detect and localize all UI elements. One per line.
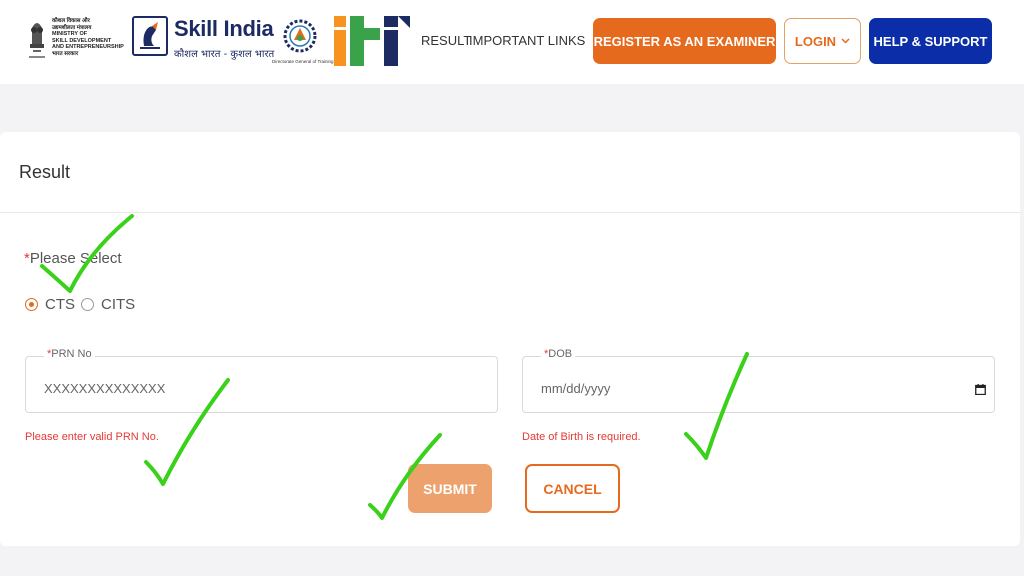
- skill-india-title: Skill India: [174, 16, 274, 41]
- dgt-logo[interactable]: Directorate General of Training: [272, 14, 334, 70]
- ministry-logo[interactable]: कौशल विकास और उद्यमशीलता मंत्रालय MINIST…: [26, 14, 128, 66]
- dgt-caption: Directorate General of Training: [272, 59, 334, 64]
- skill-india-logo[interactable]: Skill India कौशल भारत - कुशल भारत: [132, 14, 274, 66]
- nav-result[interactable]: RESULT: [421, 33, 471, 48]
- result-form-card: Result *Please Select CTS CITS *PRN No P…: [0, 132, 1020, 546]
- prn-field[interactable]: *PRN No: [25, 348, 498, 413]
- please-select-label: *Please Select: [24, 250, 122, 267]
- radio-button-unchecked[interactable]: [81, 298, 94, 311]
- divider: [0, 212, 1020, 213]
- ministry-name: कौशल विकास और उद्यमशीलता मंत्रालय MINIST…: [52, 18, 124, 57]
- chevron-down-icon: [841, 38, 850, 44]
- radio-cits[interactable]: CITS: [81, 296, 135, 313]
- cancel-button[interactable]: CANCEL: [525, 464, 620, 513]
- iti-logo-mark: [334, 16, 410, 66]
- dob-field[interactable]: *DOB: [522, 348, 995, 413]
- dob-error: Date of Birth is required.: [522, 431, 641, 443]
- dob-input[interactable]: [541, 381, 961, 396]
- radio-cits-label: CITS: [101, 296, 136, 313]
- help-support-button[interactable]: HELP & SUPPORT: [869, 18, 992, 64]
- login-button[interactable]: LOGIN: [784, 18, 861, 64]
- page-title: Result: [19, 162, 71, 182]
- dob-label: *DOB: [541, 348, 576, 360]
- submit-button[interactable]: SUBMIT: [408, 464, 492, 513]
- login-label: LOGIN: [794, 33, 837, 49]
- national-emblem-icon: [29, 23, 45, 58]
- calendar-icon[interactable]: [975, 384, 986, 395]
- radio-button-checked[interactable]: [25, 298, 38, 311]
- dgt-gear-icon: [283, 19, 317, 53]
- radio-cts-label: CTS: [45, 296, 75, 313]
- iti-logo[interactable]: [332, 14, 412, 68]
- radio-cts[interactable]: CTS: [25, 296, 75, 313]
- prn-error: Please enter valid PRN No.: [25, 431, 159, 443]
- site-header: कौशल विकास और उद्यमशीलता मंत्रालय MINIST…: [0, 0, 1024, 84]
- skill-india-emblem-icon: [132, 16, 168, 56]
- prn-label: *PRN No: [44, 348, 95, 360]
- register-examiner-button[interactable]: REGISTER AS AN EXAMINER: [593, 18, 776, 64]
- skill-india-subtitle: कौशल भारत - कुशल भारत: [174, 49, 275, 60]
- nav-important-links[interactable]: IMPORTANT LINKS: [469, 33, 603, 48]
- prn-input[interactable]: [44, 381, 464, 396]
- nav-important-links-label: IMPORTANT LINKS: [469, 33, 586, 48]
